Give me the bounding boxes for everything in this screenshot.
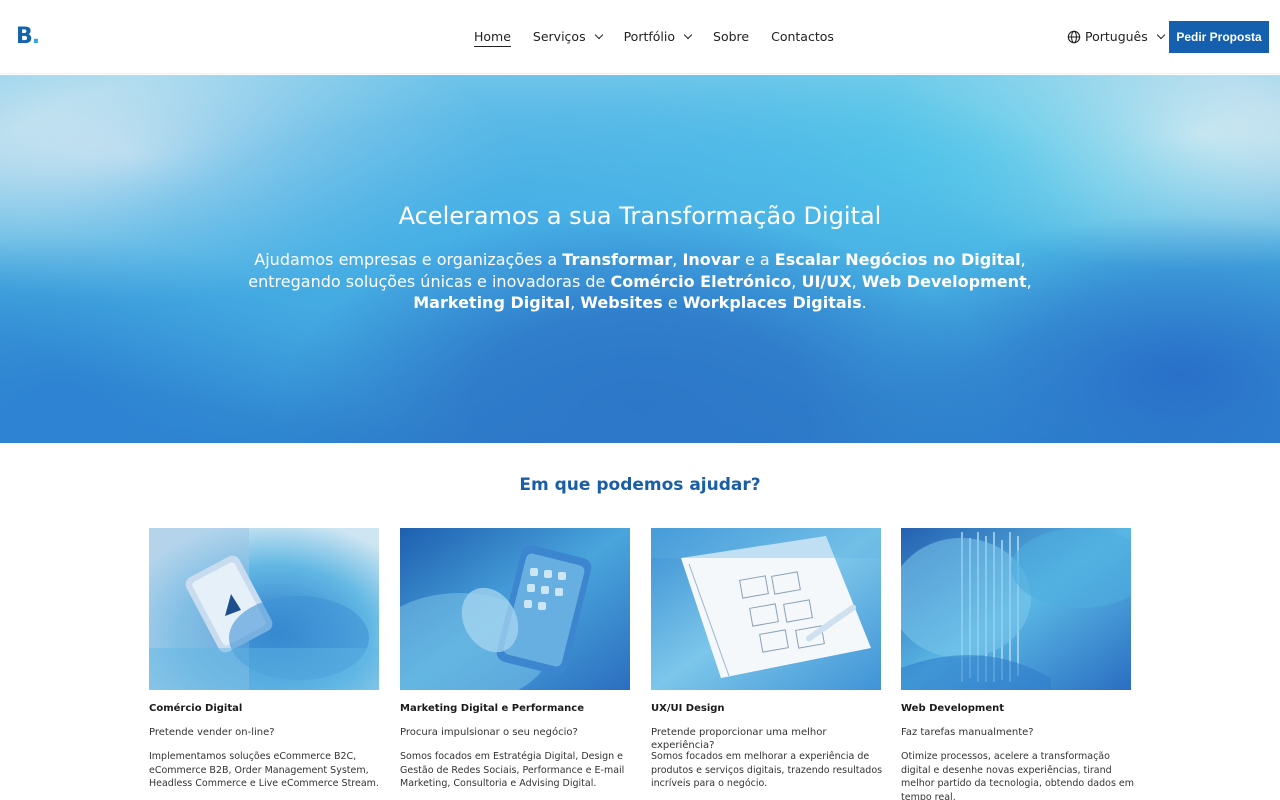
card-title: UX/UI Design [651,703,725,714]
nav-item-sobre[interactable]: Sobre [713,28,749,46]
nav-item-label: Home [474,29,511,44]
hero-subtitle-keyword: Comércio Eletrónico [610,271,792,291]
hero-subtitle-text: , [1026,271,1032,291]
hero-subtitle-text: , [570,293,581,312]
card-description: Implementamos soluções eCommerce B2C, eC… [149,751,379,789]
card-description: Somos focados em Estratégia Digital, Des… [400,751,625,789]
card-question: Pretende vender on-line? [149,727,275,738]
nav-item-contactos[interactable]: Contactos [771,28,834,46]
phone-shopping-image [149,528,379,690]
nav-item-servicos[interactable]: Serviços [532,28,603,46]
nav-item-label: Sobre [713,29,750,44]
wireframe-notebook-image [651,528,881,690]
request-proposal-button[interactable]: Pedir Proposta [1169,21,1269,53]
main-nav: Home Serviços Portfólio Sobre Contactos [474,28,856,46]
chevron-down-icon [1156,30,1166,40]
site-header: B. Home Serviços Portfólio Sobre Contact… [0,0,1280,74]
service-card-uxui[interactable]: UX/UI Design Pretende proporcionar uma m… [651,528,882,789]
social-media-phone-image [400,528,630,690]
nav-item-portfolio[interactable]: Portfólio [623,28,693,46]
card-question: Pretende proporcionar uma melhor experiê… [651,727,827,751]
service-card-marketing[interactable]: Marketing Digital e Performance Procura … [400,528,630,789]
services-title: Em que podemos ajudar? [519,475,761,495]
hero-subtitle-keyword: Escalar Negócios no Digital [774,250,1021,269]
language-label: Português [1085,29,1148,44]
service-card-webdev[interactable]: Web Development Faz tarefas manualmente?… [901,528,1134,800]
nav-item-label: Contactos [771,29,834,44]
brand-logo[interactable]: B. [16,25,40,49]
code-data-image [901,528,1131,690]
service-card-ecommerce[interactable]: Comércio Digital Pretende vender on-line… [149,528,379,789]
card-description: Somos focados em melhorar a experiência … [651,751,883,789]
hero-subtitle-text: e a [739,250,775,269]
hero-subtitle-keyword: Web Development [861,271,1027,291]
hero-subtitle-text: Ajudamos empresas e organizações a [254,250,563,269]
hero-subtitle-keyword: Transformar [562,250,673,269]
hero-subtitle-text: e [662,293,683,312]
hero-subtitle-keyword: Workplaces Digitais [682,293,862,312]
hero-title: Aceleramos a sua Transformação Digital [398,202,882,230]
card-title: Marketing Digital e Performance [400,703,584,714]
card-description: Otimize processos, acelere a transformaç… [901,751,1135,800]
hero-subtitle-keyword: UI/UX [801,271,852,291]
card-question: Procura impulsionar o seu negócio? [400,727,578,738]
chevron-down-icon [594,30,603,40]
card-question: Faz tarefas manualmente? [901,727,1034,738]
hero-subtitle-keyword: Marketing Digital [413,293,571,312]
hero-subtitle-keyword: Websites [580,293,663,312]
card-title: Comércio Digital [149,703,243,714]
hero-subtitle-text: . [861,293,867,312]
chevron-down-icon [683,30,693,40]
nav-item-label: Portfólio [623,29,676,44]
nav-item-label: Serviços [532,29,586,44]
hero-subtitle-keyword: Inovar [682,250,740,269]
hero-subtitle-text: , [851,271,862,291]
nav-item-home[interactable]: Home [474,28,511,46]
hero-banner: Aceleramos a sua Transformação Digital A… [0,75,1280,443]
card-title: Web Development [901,703,1005,714]
language-selector[interactable]: Português [1067,28,1166,46]
hero-subtitle: Ajudamos empresas e organizações a Trans… [240,249,1040,314]
hero-subtitle-text: , [791,271,802,291]
globe-icon [1067,30,1081,44]
hero-subtitle-text: , [672,250,683,269]
